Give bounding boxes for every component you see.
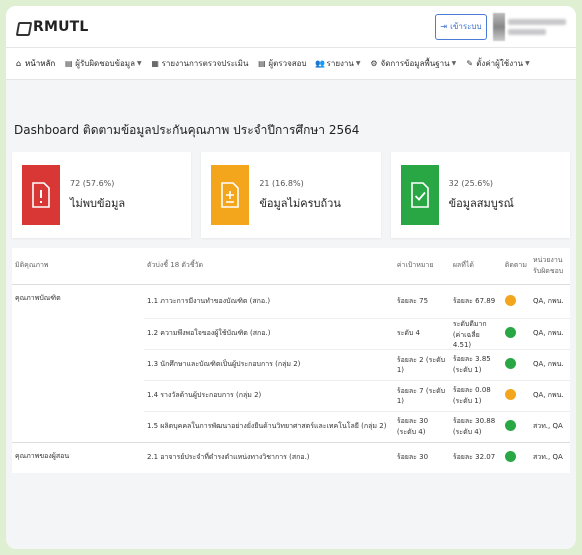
result-value: ร้อยละ 0.08 (ระดับ 1) [449, 379, 502, 411]
column-header: ติดตาม [501, 248, 530, 285]
top-bar: RMUTL ⇥ เข้าระบบ [6, 6, 576, 48]
nav-item-assessment-report[interactable]: ▦ รายงานการตรวจประเมิน [151, 57, 248, 70]
group-name: คุณภาพของผู้สอน [12, 441, 144, 473]
table-row[interactable]: คุณภาพของผู้สอน 2.1 อาจารย์ประจำที่ดำรงต… [12, 441, 570, 473]
login-icon: ⇥ [440, 22, 448, 31]
card-complete[interactable]: 32 (25.6%) ข้อมูลสมบูรณ์ [390, 152, 570, 238]
owner-unit: QA, กพน. [529, 379, 570, 411]
indicator-name: 1.4 รางวัลด้านผู้ประกอบการ (กลุ่ม 2) [143, 379, 394, 411]
status-dot [504, 358, 516, 369]
owner-unit: QA, กพน. [529, 283, 570, 318]
app-window: RMUTL ⇥ เข้าระบบ ⌂ หน้าหลัก ▤ ผู้รับผิดช… [6, 6, 576, 549]
status-dot [504, 389, 516, 400]
page-title: Dashboard ติดตามข้อมูลประกันคุณภาพ ประจำ… [14, 123, 360, 137]
indicator-name: 1.1 ภาวะการมีงานทำของบัณฑิต (สกอ.) [143, 283, 394, 318]
nav-item-base-data[interactable]: ⚙ จัดการข้อมูลพื้นฐาน ▼ [370, 57, 457, 70]
avatar [493, 12, 505, 41]
card-count: 32 (25.6%) [448, 178, 494, 188]
status-dot [504, 327, 516, 338]
owner-unit: สวท., QA [529, 441, 570, 473]
chevron-down-icon: ▼ [355, 60, 361, 67]
status-dot [504, 420, 516, 431]
card-label: ไม่พบข้อมูล [70, 196, 126, 210]
user-menu[interactable] [493, 12, 566, 41]
result-value: ร้อยละ 30.88 (ระดับ 4) [449, 410, 502, 442]
home-icon: ⌂ [15, 59, 22, 68]
target-value: ร้อยละ 30 [393, 441, 450, 473]
app-title: RMUTL [33, 18, 89, 35]
result-value: ร้อยละ 32.07 [449, 441, 502, 473]
card-not-found[interactable]: 72 (57.6%) ไม่พบข้อมูล [12, 152, 192, 238]
column-header: ตัวบ่งชี้ 18 ตัวชี้วัด [143, 248, 394, 285]
column-header: หน่วยงานรับผิดชอบ [529, 248, 570, 285]
nav-item-data-owner[interactable]: ▤ ผู้รับผิดชอบข้อมูล ▼ [64, 57, 142, 70]
logo-icon [16, 20, 28, 34]
nav-item-reports[interactable]: 👥 รายงาน ▼ [315, 57, 361, 70]
document-icon: ▤ [64, 59, 73, 68]
chevron-down-icon: ▼ [451, 60, 457, 67]
chevron-down-icon: ▼ [136, 60, 142, 67]
indicator-name: 1.3 นักศึกษาและบัณฑิตเป็นผู้ประกอบการ (ก… [143, 348, 394, 380]
summary-cards: 72 (57.6%) ไม่พบข้อมูล 21 (16.8%) ข้อมูล… [12, 152, 570, 238]
target-value: ร้อยละ 30 (ระดับ 4) [393, 410, 450, 442]
owner-unit: QA, กพน. [529, 317, 570, 349]
report-icon: ▦ [151, 59, 159, 68]
result-value: ร้อยละ 3.85 (ระดับ 1) [449, 348, 502, 380]
chevron-down-icon: ▼ [525, 60, 530, 67]
nav-item-home[interactable]: ⌂ หน้าหลัก [14, 57, 55, 70]
pending-document-icon [211, 165, 250, 225]
user-settings-icon: ✎ [466, 59, 474, 68]
nav-item-user-settings[interactable]: ✎ ตั้งค่าผู้ใช้งาน ▼ [465, 57, 529, 70]
card-count: 21 (16.8%) [259, 178, 304, 188]
main-nav: ⌂ หน้าหลัก ▤ ผู้รับผิดชอบข้อมูล ▼ ▦ รายง… [6, 48, 576, 80]
column-header: ผลที่ได้ [449, 248, 502, 285]
user-role [508, 28, 546, 35]
indicator-name: 1.5 ผลิตบุคคลในการพัฒนาอย่างยั่งยืนด้านว… [143, 410, 394, 442]
indicator-table: มิติคุณภาพ ตัวบ่งชี้ 18 ตัวชี้วัด ค่าเป้… [12, 248, 570, 473]
group-name: คุณภาพบัณฑิต [12, 283, 144, 442]
table-header: มิติคุณภาพ ตัวบ่งชี้ 18 ตัวชี้วัด ค่าเป้… [12, 248, 570, 285]
card-count: 72 (57.6%) [70, 178, 115, 188]
nav-item-reviewer[interactable]: ▤ ผู้ตรวจสอบ [257, 57, 306, 70]
document-icon: ▤ [258, 59, 266, 68]
indicator-name: 2.1 อาจารย์ประจำที่ดำรงตำแหน่งทางวิชาการ… [143, 441, 394, 473]
target-value: ร้อยละ 2 (ระดับ 1) [393, 348, 450, 380]
result-value: ร้อยละ 67.89 [449, 283, 502, 318]
login-button[interactable]: ⇥ เข้าระบบ [435, 13, 487, 40]
table-row[interactable]: คุณภาพบัณฑิต 1.1 ภาวะการมีงานทำของบัณฑิต… [12, 283, 570, 442]
column-header: มิติคุณภาพ [12, 248, 144, 285]
owner-unit: สวท., QA [529, 410, 570, 442]
settings-icon: ⚙ [370, 59, 378, 68]
users-icon: 👥 [315, 59, 326, 68]
target-value: ร้อยละ 7 (ระดับ 1) [393, 379, 450, 411]
result-value: ระดับดีมาก (ค่าเฉลี่ย 4.51) [449, 317, 502, 349]
status-dot [504, 451, 516, 463]
column-header: ค่าเป้าหมาย [393, 248, 450, 285]
card-label: ข้อมูลสมบูรณ์ [448, 196, 514, 210]
status-dot [504, 294, 516, 306]
alert-document-icon [22, 165, 60, 225]
user-name [508, 18, 566, 25]
login-label: เข้าระบบ [450, 22, 482, 31]
owner-unit: QA, กพน. [529, 348, 570, 380]
target-value: ระดับ 4 [393, 317, 450, 349]
check-document-icon [400, 165, 439, 225]
indicator-name: 1.2 ความพึงพอใจของผู้ใช้บัณฑิต (สกอ.) [143, 317, 394, 349]
target-value: ร้อยละ 75 [393, 283, 450, 318]
card-incomplete[interactable]: 21 (16.8%) ข้อมูลไม่ครบถ้วน [201, 152, 381, 238]
card-label: ข้อมูลไม่ครบถ้วน [259, 196, 341, 210]
